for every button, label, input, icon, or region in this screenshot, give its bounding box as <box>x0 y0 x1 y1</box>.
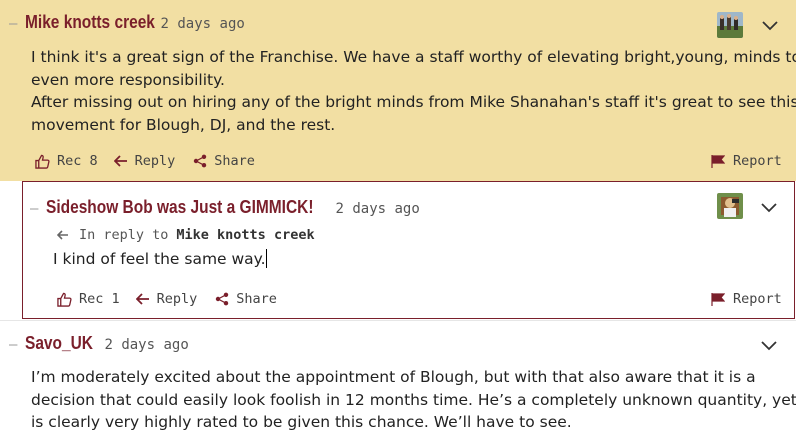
share-label: Share <box>214 153 255 169</box>
comment-body-line: is clearly very highly rated to be given… <box>31 413 572 431</box>
comment-author[interactable]: Mike knotts creek <box>25 12 155 33</box>
report-button[interactable]: Report <box>711 291 782 307</box>
reply-arrow-icon <box>57 230 68 240</box>
comment-header: — Sideshow Bob was Just a GIMMICK! 2 day… <box>30 197 420 218</box>
comment-timestamp: 2 days ago <box>335 201 420 217</box>
reply-arrow-icon <box>113 155 127 167</box>
share-label: Share <box>236 291 277 307</box>
reply-arrow-icon <box>135 293 149 305</box>
comment-body-text: I kind of feel the same way. <box>53 250 266 268</box>
report-label: Report <box>733 153 782 169</box>
share-icon <box>216 292 229 306</box>
collapse-dash[interactable]: — <box>30 201 38 217</box>
comment-body-line: movement for Blough, DJ, and the rest. <box>31 115 336 134</box>
comment-timestamp: 2 days ago <box>160 16 245 32</box>
share-button[interactable]: Share <box>193 153 255 169</box>
reply-label: Reply <box>156 291 198 307</box>
in-reply-label: In reply to <box>79 227 169 243</box>
recommend-label: Rec 8 <box>57 153 98 169</box>
avatar[interactable] <box>717 12 743 38</box>
chevron-down-icon[interactable] <box>761 17 779 31</box>
text-caret <box>265 249 267 268</box>
comment-author[interactable]: Sideshow Bob was Just a GIMMICK! <box>46 197 314 218</box>
comment-body: I think it's a great sign of the Franchi… <box>31 46 796 136</box>
comment-body-line: even more responsibility. <box>31 70 225 89</box>
collapse-dash[interactable]: — <box>9 16 17 32</box>
recommend-label: Rec 1 <box>79 291 120 307</box>
comment-body-line: decision that could easily look foolish … <box>31 390 796 409</box>
share-button[interactable]: Share <box>215 291 277 307</box>
share-icon <box>194 154 207 168</box>
recommend-button[interactable]: Rec 1 <box>57 291 120 307</box>
recommend-button[interactable]: Rec 8 <box>35 153 98 169</box>
thumbs-up-icon <box>57 292 72 307</box>
comment-body: I’m moderately excited about the appoint… <box>31 366 796 434</box>
comment-highlighted: — Mike knotts creek 2 days ago I think i… <box>0 0 796 181</box>
comment: — Savo_UK 2 days ago I’m moderately exci… <box>0 320 796 437</box>
chevron-down-icon[interactable] <box>760 337 778 351</box>
flag-icon <box>711 154 725 168</box>
avatar[interactable] <box>717 193 743 219</box>
comment-header: — Savo_UK 2 days ago <box>9 333 189 354</box>
report-label: Report <box>733 291 782 307</box>
comment-author[interactable]: Savo_UK <box>25 333 93 354</box>
in-reply-author[interactable]: Mike knotts creek <box>176 227 314 243</box>
reply-label: Reply <box>134 153 176 169</box>
flag-icon <box>711 292 725 306</box>
comment-body-line: I’m moderately excited about the appoint… <box>31 368 756 386</box>
report-button[interactable]: Report <box>711 153 782 169</box>
comment-actions: Rec 8 Reply Share <box>35 153 255 169</box>
reply-comment: — Sideshow Bob was Just a GIMMICK! 2 day… <box>22 181 795 319</box>
reply-button[interactable]: Reply <box>113 153 176 169</box>
comment-body-line: I kind of feel the same way. <box>53 248 267 271</box>
chevron-down-icon[interactable] <box>760 199 778 213</box>
collapse-dash[interactable]: — <box>9 337 17 353</box>
reply-button[interactable]: Reply <box>135 291 198 307</box>
comment-body-line: I think it's a great sign of the Franchi… <box>31 48 796 66</box>
comment-body: I kind of feel the same way. <box>53 248 267 271</box>
comment-actions: Rec 1 Reply Share <box>57 291 277 307</box>
in-reply-to: In reply to Mike knotts creek <box>57 227 315 243</box>
thumbs-up-icon <box>35 154 50 169</box>
comment-timestamp: 2 days ago <box>104 337 189 353</box>
comment-header: — Mike knotts creek 2 days ago <box>9 12 245 33</box>
comment-body-line: After missing out on hiring any of the b… <box>31 93 796 111</box>
